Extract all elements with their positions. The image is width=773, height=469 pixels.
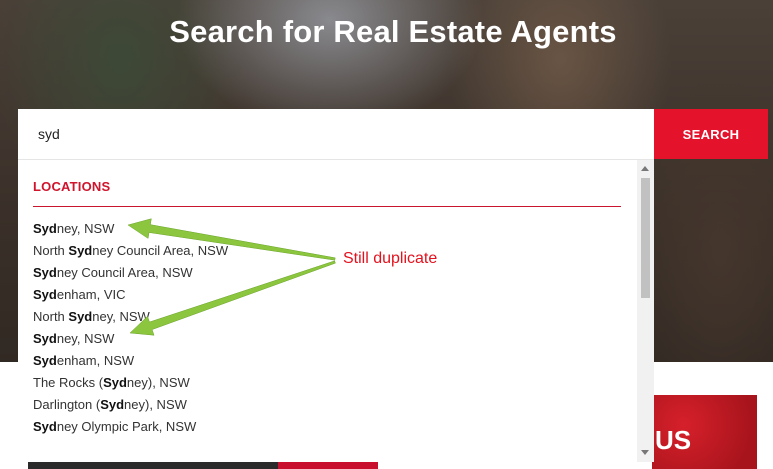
arrow-to-second-sydney <box>129 260 336 336</box>
annotation-arrows <box>127 218 336 336</box>
annotation-label: Still duplicate <box>343 250 438 267</box>
arrow-to-first-sydney <box>127 218 336 261</box>
